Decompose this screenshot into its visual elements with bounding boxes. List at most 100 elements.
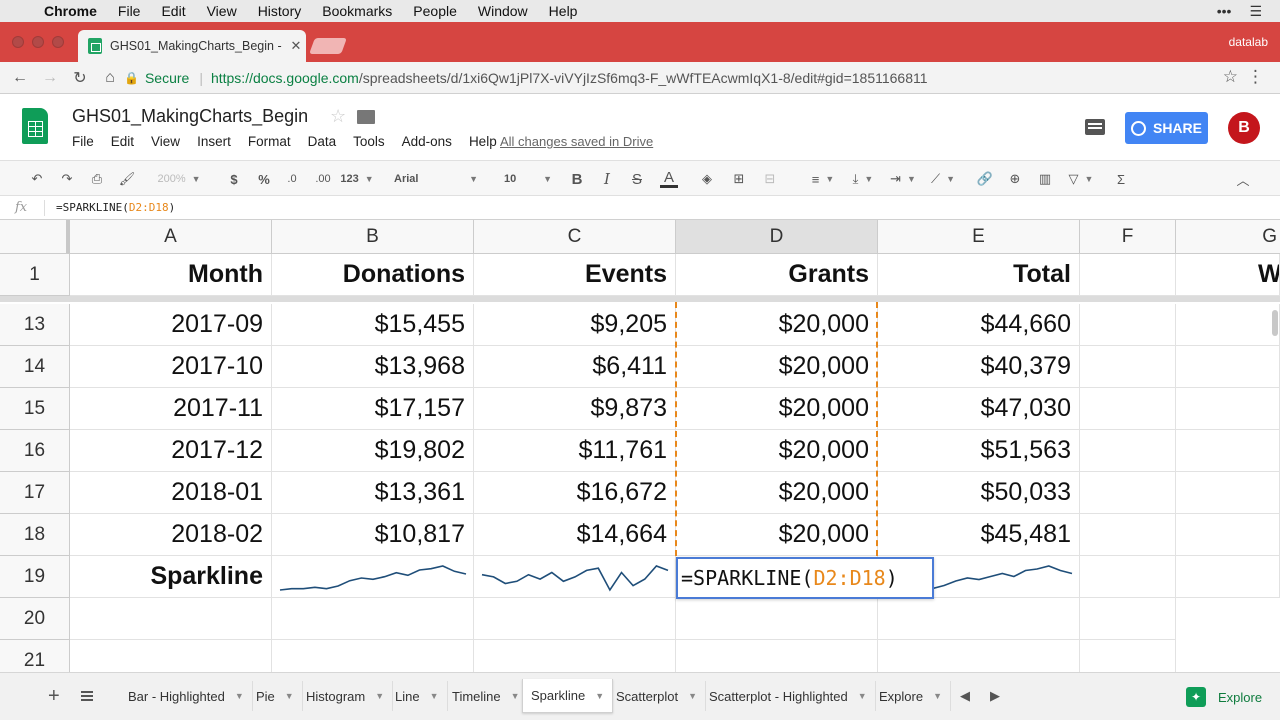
insert-comment-icon[interactable]: ⊕ bbox=[1006, 170, 1024, 188]
window-zoom-icon[interactable] bbox=[52, 36, 64, 48]
sheet-tab-pie[interactable]: Pie ▼ bbox=[248, 681, 303, 711]
new-tab-button[interactable] bbox=[309, 38, 347, 54]
row-header-20[interactable]: 20 bbox=[0, 598, 70, 640]
sparkline-cell-f[interactable] bbox=[1080, 556, 1176, 598]
menu-help[interactable]: Help bbox=[469, 134, 497, 149]
os-menu-app[interactable]: Chrome bbox=[44, 3, 97, 19]
header-cell-f[interactable] bbox=[1080, 254, 1176, 296]
horizontal-align-icon[interactable]: ≡ ▼ bbox=[810, 170, 836, 188]
table-cell[interactable]: $50,033 bbox=[878, 472, 1080, 514]
table-cell[interactable]: 2018-02 bbox=[70, 514, 272, 556]
sheet-tab-explore[interactable]: Explore ▼ bbox=[871, 681, 951, 711]
chevron-down-icon[interactable]: ▼ bbox=[858, 691, 867, 701]
empty-cell[interactable] bbox=[878, 640, 1080, 672]
collapse-chevron-icon[interactable]: ︿ bbox=[1234, 170, 1252, 188]
document-title[interactable]: GHS01_MakingCharts_Begin bbox=[72, 106, 308, 127]
chevron-down-icon[interactable]: ▼ bbox=[235, 691, 244, 701]
print-icon[interactable]: ⎙ bbox=[88, 170, 106, 188]
more-formats-select[interactable]: 123 ▼ bbox=[340, 170, 373, 188]
column-header-e[interactable]: E bbox=[878, 220, 1080, 254]
menu-edit[interactable]: Edit bbox=[111, 134, 134, 149]
column-header-d[interactable]: D bbox=[676, 220, 878, 254]
chevron-down-icon[interactable]: ▼ bbox=[688, 691, 697, 701]
sheet-tab-scatterplot-highlighted[interactable]: Scatterplot - Highlighted ▼ bbox=[701, 681, 876, 711]
bold-icon[interactable]: B bbox=[570, 170, 584, 188]
address-bar[interactable]: 🔒 Secure | https://docs.google.com/sprea… bbox=[124, 67, 1214, 89]
table-cell[interactable]: $20,000 bbox=[676, 514, 878, 556]
sheets-logo-icon[interactable] bbox=[22, 108, 48, 144]
star-icon[interactable]: ☆ bbox=[330, 106, 346, 127]
table-cell[interactable]: $10,817 bbox=[272, 514, 474, 556]
column-header-a[interactable]: A bbox=[70, 220, 272, 254]
empty-cell[interactable] bbox=[272, 640, 474, 672]
sheet-tab-line[interactable]: Line ▼ bbox=[387, 681, 448, 711]
comments-icon[interactable] bbox=[1085, 119, 1105, 135]
sheet-tab-timeline[interactable]: Timeline ▼ bbox=[444, 681, 529, 711]
empty-cell[interactable] bbox=[1176, 304, 1280, 346]
empty-cell[interactable] bbox=[1080, 640, 1176, 672]
table-cell[interactable]: $20,000 bbox=[676, 388, 878, 430]
percent-format-button[interactable]: % bbox=[256, 170, 272, 188]
table-cell[interactable]: 2018-01 bbox=[70, 472, 272, 514]
table-cell[interactable]: 2017-12 bbox=[70, 430, 272, 472]
row-header-19[interactable]: 19 bbox=[0, 556, 70, 598]
os-menu-help[interactable]: Help bbox=[549, 3, 578, 19]
table-cell[interactable]: $51,563 bbox=[878, 430, 1080, 472]
os-menu-window[interactable]: Window bbox=[478, 3, 528, 19]
functions-icon[interactable]: Σ bbox=[1112, 170, 1130, 188]
chevron-down-icon[interactable]: ▼ bbox=[933, 691, 942, 701]
table-cell[interactable]: $14,664 bbox=[474, 514, 676, 556]
empty-cell[interactable] bbox=[1080, 430, 1176, 472]
table-cell[interactable]: $45,481 bbox=[878, 514, 1080, 556]
table-cell[interactable]: $20,000 bbox=[676, 346, 878, 388]
redo-icon[interactable]: ↷ bbox=[58, 170, 76, 188]
menu-format[interactable]: Format bbox=[248, 134, 291, 149]
borders-icon[interactable]: ⊞ bbox=[730, 170, 748, 188]
home-icon[interactable]: ⌂ bbox=[96, 69, 124, 87]
vertical-scrollbar[interactable] bbox=[1272, 310, 1278, 336]
select-all-corner[interactable] bbox=[0, 220, 70, 254]
back-arrow-icon[interactable]: ← bbox=[6, 69, 34, 87]
forward-arrow-icon[interactable]: → bbox=[36, 69, 64, 87]
empty-cell[interactable] bbox=[1176, 388, 1280, 430]
row-header-1[interactable]: 1 bbox=[0, 254, 70, 296]
sparkline-cell-donations[interactable] bbox=[272, 556, 474, 598]
profile-name[interactable]: datalab bbox=[1229, 35, 1268, 49]
chevron-down-icon[interactable]: ▼ bbox=[375, 691, 384, 701]
row-header-14[interactable]: 14 bbox=[0, 346, 70, 388]
decrease-decimal-button[interactable]: .0 bbox=[284, 170, 300, 188]
sparkline-cell-g[interactable] bbox=[1176, 556, 1280, 598]
table-cell[interactable]: 2017-11 bbox=[70, 388, 272, 430]
sparkline-cell-events[interactable] bbox=[474, 556, 676, 598]
zoom-select[interactable]: 200% ▼ bbox=[150, 170, 208, 188]
table-cell[interactable]: $40,379 bbox=[878, 346, 1080, 388]
merge-cells-icon[interactable]: ⊟ bbox=[760, 170, 780, 188]
empty-cell[interactable] bbox=[1080, 346, 1176, 388]
empty-cell[interactable] bbox=[676, 598, 878, 640]
row-header-21[interactable]: 21 bbox=[0, 640, 70, 672]
window-minimize-icon[interactable] bbox=[32, 36, 44, 48]
empty-cell[interactable] bbox=[676, 640, 878, 672]
strikethrough-icon[interactable]: S bbox=[630, 170, 644, 188]
os-menu-view[interactable]: View bbox=[207, 3, 237, 19]
undo-icon[interactable]: ↶ bbox=[28, 170, 46, 188]
table-cell[interactable]: $16,672 bbox=[474, 472, 676, 514]
notification-list-icon[interactable]: ☰ bbox=[1249, 3, 1262, 20]
chrome-menu-icon[interactable]: ⋮ bbox=[1247, 67, 1264, 87]
empty-cell[interactable] bbox=[272, 598, 474, 640]
header-cell-donations[interactable]: Donations bbox=[272, 254, 474, 296]
sparkline-label-cell[interactable]: Sparkline bbox=[70, 556, 272, 598]
menu-data[interactable]: Data bbox=[308, 134, 337, 149]
explore-button[interactable]: ✦ Explore bbox=[1176, 681, 1272, 713]
column-header-b[interactable]: B bbox=[272, 220, 474, 254]
scroll-tabs-left-icon[interactable]: ◀ bbox=[960, 688, 970, 704]
table-cell[interactable]: $11,761 bbox=[474, 430, 676, 472]
share-button[interactable]: SHARE bbox=[1125, 112, 1208, 144]
empty-cell[interactable] bbox=[70, 640, 272, 672]
menu-tools[interactable]: Tools bbox=[353, 134, 385, 149]
header-cell-events[interactable]: Events bbox=[474, 254, 676, 296]
cell-editor[interactable]: =SPARKLINE(D2:D18) bbox=[676, 557, 934, 599]
empty-cell[interactable] bbox=[1080, 304, 1176, 346]
empty-cell[interactable] bbox=[1080, 598, 1176, 640]
currency-format-button[interactable]: $ bbox=[226, 170, 242, 188]
